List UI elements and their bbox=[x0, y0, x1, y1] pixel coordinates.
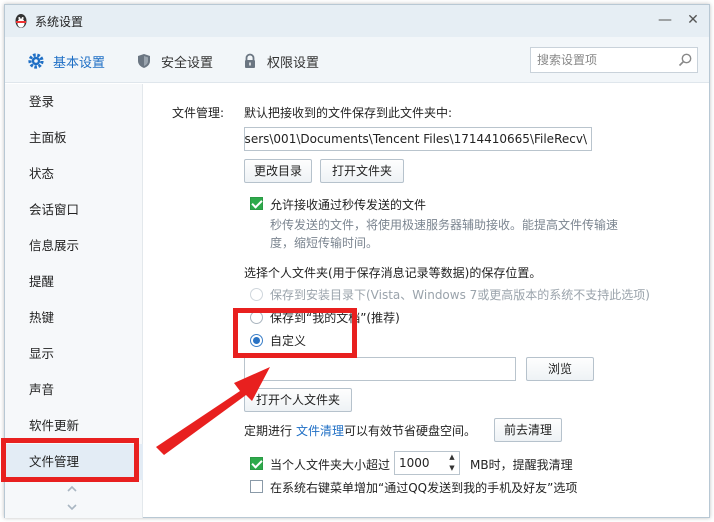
tab-label: 权限设置 bbox=[267, 55, 320, 71]
highlight-box-sidebar bbox=[1, 438, 139, 482]
sidebar-item-info-display[interactable]: 信息展示 bbox=[5, 228, 143, 264]
sidebar-item-status[interactable]: 状态 bbox=[5, 156, 143, 192]
sidebar-item-hotkeys[interactable]: 热键 bbox=[5, 300, 143, 336]
sidebar-item-main-panel[interactable]: 主面板 bbox=[5, 120, 143, 156]
allow-fast-transfer-checkbox[interactable] bbox=[250, 197, 263, 210]
sidebar-item-login[interactable]: 登录 bbox=[5, 84, 143, 120]
fast-transfer-description: 秒传发送的文件，将使用极速服务器辅助接收。能提高文件传输速 bbox=[270, 218, 619, 232]
change-directory-button[interactable]: 更改目录 bbox=[244, 159, 312, 183]
title-bar: 系统设置 — ✕ bbox=[5, 5, 709, 37]
size-reminder-suffix: MB时，提醒我清理 bbox=[470, 458, 573, 472]
qq-penguin-icon bbox=[15, 14, 27, 28]
shield-icon bbox=[138, 54, 150, 68]
context-menu-checkbox[interactable] bbox=[250, 480, 263, 493]
gear-icon bbox=[28, 53, 44, 69]
sidebar-item-display[interactable]: 显示 bbox=[5, 336, 143, 372]
radio-install-dir-label: 保存到安装目录下(Vista、Windows 7或更高版本的系统不支持此选项) bbox=[270, 288, 650, 302]
sidebar-item-chat-window[interactable]: 会话窗口 bbox=[5, 192, 143, 228]
cleanup-suffix: 可以有效节省硬盘空间。 bbox=[344, 424, 477, 438]
save-path-value: \Users\001\Documents\Tencent Files\17144… bbox=[244, 132, 587, 146]
size-reminder-checkbox[interactable] bbox=[250, 457, 263, 470]
custom-path-input[interactable] bbox=[244, 357, 516, 381]
stepper-down-icon[interactable]: ▼ bbox=[445, 463, 459, 474]
tab-basic-settings[interactable]: 基本设置 bbox=[27, 51, 105, 71]
size-limit-stepper[interactable]: 1000 ▲ ▼ bbox=[394, 451, 460, 475]
window-title: 系统设置 bbox=[35, 15, 84, 29]
sidebar-item-sound[interactable]: 声音 bbox=[5, 372, 143, 408]
tab-security-settings[interactable]: 安全设置 bbox=[135, 51, 213, 71]
search-input[interactable] bbox=[537, 52, 673, 68]
open-folder-button[interactable]: 打开文件夹 bbox=[320, 159, 404, 183]
scroll-up-icon[interactable] bbox=[65, 484, 79, 494]
tab-permission-settings[interactable]: 权限设置 bbox=[241, 51, 319, 71]
lock-icon bbox=[245, 53, 255, 68]
file-cleanup-link[interactable]: 文件清理 bbox=[296, 422, 344, 439]
go-cleanup-button[interactable]: 前去清理 bbox=[494, 418, 562, 442]
stepper-up-icon[interactable]: ▲ bbox=[445, 452, 459, 463]
sidebar-item-reminders[interactable]: 提醒 bbox=[5, 264, 143, 300]
minimize-button[interactable]: — bbox=[657, 12, 673, 28]
close-button[interactable]: ✕ bbox=[685, 12, 701, 28]
fast-transfer-description-cont: 度，缩短传输时间。 bbox=[270, 236, 379, 250]
browse-button[interactable]: 浏览 bbox=[526, 357, 594, 381]
personal-folder-heading: 选择个人文件夹(用于保存消息记录等数据)的保存位置。 bbox=[244, 266, 542, 280]
tab-label: 安全设置 bbox=[161, 55, 214, 71]
size-limit-value: 1000 bbox=[399, 456, 430, 470]
radio-install-dir bbox=[250, 288, 263, 301]
section-label: 文件管理: bbox=[172, 106, 225, 120]
settings-search bbox=[530, 47, 698, 73]
search-icon[interactable] bbox=[677, 52, 693, 68]
size-reminder-prefix: 当个人文件夹大小超过 bbox=[270, 458, 391, 472]
highlight-box-custom-option bbox=[233, 308, 357, 358]
default-save-description: 默认把接收到的文件保存到此文件夹中: bbox=[244, 106, 453, 120]
annotation-arrow-icon bbox=[156, 367, 270, 455]
scroll-down-icon[interactable] bbox=[65, 502, 79, 512]
allow-fast-transfer-label: 允许接收通过秒传发送的文件 bbox=[270, 198, 427, 212]
context-menu-label: 在系统右键菜单增加“通过QQ发送到我的手机及好友”选项 bbox=[270, 481, 578, 495]
tab-label: 基本设置 bbox=[53, 55, 106, 71]
save-path-field[interactable]: \Users\001\Documents\Tencent Files\17144… bbox=[244, 127, 592, 151]
